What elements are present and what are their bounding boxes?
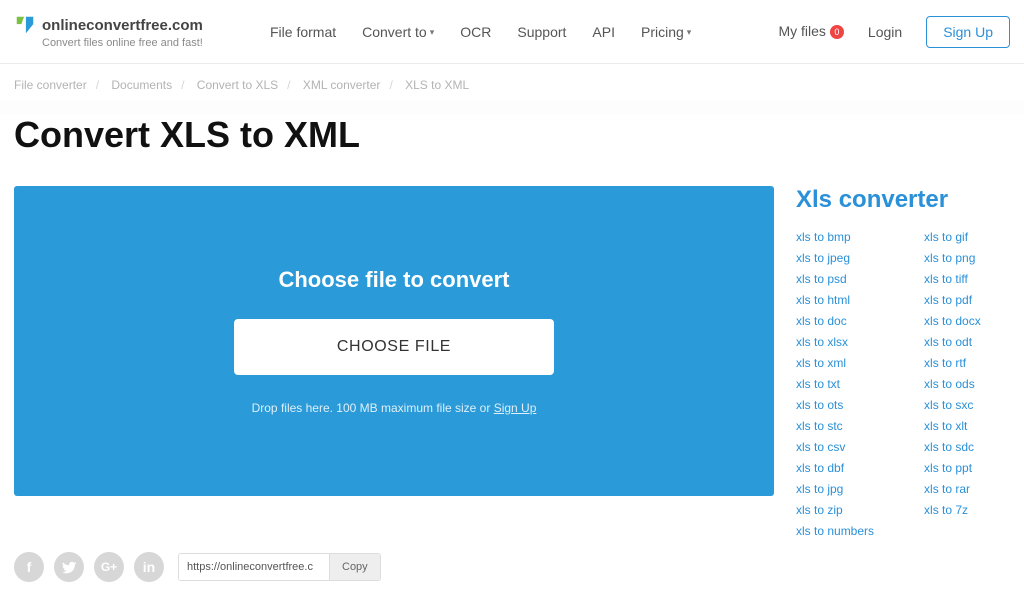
page-title: Convert XLS to XML: [14, 114, 1010, 156]
converter-link[interactable]: xls to rar: [924, 482, 981, 496]
converter-link[interactable]: xls to psd: [796, 272, 874, 286]
converter-link[interactable]: xls to pdf: [924, 293, 981, 307]
converter-link[interactable]: xls to stc: [796, 419, 874, 433]
converter-link[interactable]: xls to odt: [924, 335, 981, 349]
signup-button[interactable]: Sign Up: [926, 16, 1010, 48]
converter-link[interactable]: xls to xml: [796, 356, 874, 370]
converter-link[interactable]: xls to txt: [796, 377, 874, 391]
brand-tagline: Convert files online free and fast!: [42, 37, 244, 49]
linkedin-icon[interactable]: in: [134, 552, 164, 582]
nav-pricing[interactable]: Pricing▾: [641, 24, 691, 40]
upload-dropzone[interactable]: Choose file to convert CHOOSE FILE Drop …: [14, 186, 774, 496]
my-files-link[interactable]: My files 0: [778, 23, 843, 40]
converter-link[interactable]: xls to docx: [924, 314, 981, 328]
nav-ocr[interactable]: OCR: [460, 24, 491, 40]
converter-link[interactable]: xls to doc: [796, 314, 874, 328]
converter-link[interactable]: xls to zip: [796, 503, 874, 517]
nav-file-format[interactable]: File format: [270, 24, 336, 40]
nav-convert-to-label: Convert to: [362, 24, 427, 40]
converter-column-2: xls to gif xls to png xls to tiff xls to pd…: [924, 230, 981, 538]
share-row: f G+ in Copy: [14, 552, 1010, 582]
brand-name: onlineconvertfree.com: [42, 17, 203, 34]
twitter-icon[interactable]: [54, 552, 84, 582]
converter-link[interactable]: xls to rtf: [924, 356, 981, 370]
facebook-icon[interactable]: f: [14, 552, 44, 582]
converter-link[interactable]: xls to gif: [924, 230, 981, 244]
dropzone-heading: Choose file to convert: [278, 267, 509, 293]
my-files-count-badge: 0: [830, 25, 844, 39]
google-plus-icon[interactable]: G+: [94, 552, 124, 582]
converter-link[interactable]: xls to numbers: [796, 524, 874, 538]
crumb-file-converter[interactable]: File converter: [14, 78, 87, 92]
sidebar-converter-list: Xls converter xls to bmpxls to jpegxls t…: [796, 186, 1010, 538]
logo-icon: [14, 14, 36, 36]
converter-link[interactable]: xls to ots: [796, 398, 874, 412]
converter-link[interactable]: xls to dbf: [796, 461, 874, 475]
chevron-down-icon: ▾: [430, 27, 435, 37]
converter-link[interactable]: xls to bmp: [796, 230, 874, 244]
converter-link[interactable]: xls to ods: [924, 377, 981, 391]
converter-link[interactable]: xls to png: [924, 251, 981, 265]
converter-link[interactable]: xls to sxc: [924, 398, 981, 412]
converter-link[interactable]: xls to ppt: [924, 461, 981, 475]
login-link[interactable]: Login: [868, 24, 902, 40]
converter-link[interactable]: xls to jpeg: [796, 251, 874, 265]
nav-pricing-label: Pricing: [641, 24, 684, 40]
header-right: My files 0 Login Sign Up: [778, 16, 1010, 48]
sidebar-title: Xls converter: [796, 186, 1010, 214]
chevron-down-icon: ▾: [687, 27, 692, 37]
converter-link[interactable]: xls to tiff: [924, 272, 981, 286]
converter-link[interactable]: xls to sdc: [924, 440, 981, 454]
choose-file-button[interactable]: CHOOSE FILE: [234, 319, 554, 375]
breadcrumb: File converter/ Documents/ Convert to XL…: [0, 64, 1024, 100]
crumb-documents[interactable]: Documents: [111, 78, 172, 92]
nav-api[interactable]: API: [592, 24, 615, 40]
converter-link[interactable]: xls to html: [796, 293, 874, 307]
page-content: Convert XLS to XML Choose file to conver…: [0, 114, 1024, 602]
converter-link[interactable]: xls to xlt: [924, 419, 981, 433]
header: onlineconvertfree.com Convert files onli…: [0, 0, 1024, 64]
dropzone-subtext: Drop files here. 100 MB maximum file siz…: [252, 401, 537, 415]
nav-support[interactable]: Support: [517, 24, 566, 40]
dropzone-signup-link[interactable]: Sign Up: [494, 401, 537, 415]
main-nav: File format Convert to▾ OCR Support API …: [270, 24, 691, 40]
converter-link[interactable]: xls to jpg: [796, 482, 874, 496]
converter-link[interactable]: xls to xlsx: [796, 335, 874, 349]
crumb-convert-to-xls[interactable]: Convert to XLS: [197, 78, 278, 92]
nav-convert-to[interactable]: Convert to▾: [362, 24, 434, 40]
share-url-input[interactable]: [179, 554, 329, 580]
my-files-label: My files: [778, 23, 825, 39]
brand[interactable]: onlineconvertfree.com Convert files onli…: [14, 14, 244, 49]
crumb-xml-converter[interactable]: XML converter: [303, 78, 381, 92]
share-url-copy: Copy: [178, 553, 381, 581]
dropzone-sub-prefix: Drop files here. 100 MB maximum file siz…: [252, 401, 494, 415]
converter-link[interactable]: xls to 7z: [924, 503, 981, 517]
copy-button[interactable]: Copy: [329, 554, 380, 580]
converter-link[interactable]: xls to csv: [796, 440, 874, 454]
converter-column-1: xls to bmp xls to jpeg xls to psd xls to ht…: [796, 230, 874, 538]
crumb-current: XLS to XML: [405, 78, 469, 92]
